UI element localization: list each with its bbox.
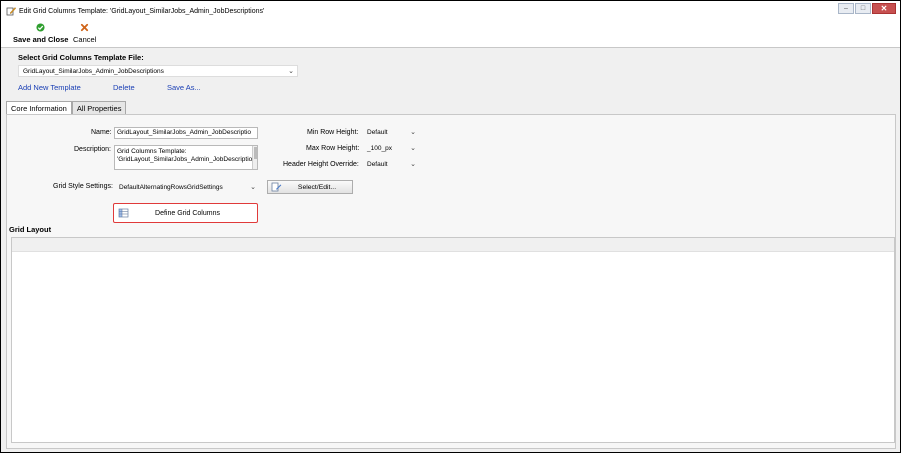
select-edit-label: Select/Edit... bbox=[297, 183, 337, 191]
chevron-down-icon: ⌄ bbox=[410, 161, 416, 168]
edit-pencil-icon bbox=[6, 7, 16, 16]
min-row-height-dropdown[interactable]: Default ⌄ bbox=[362, 126, 420, 138]
save-and-close-button[interactable]: Save and Close bbox=[13, 23, 68, 44]
title-bar: Edit Grid Columns Template: 'GridLayout_… bbox=[1, 1, 900, 21]
description-label: Description: bbox=[74, 146, 111, 153]
chevron-down-icon: ⌄ bbox=[410, 145, 416, 152]
tab-all-properties[interactable]: All Properties bbox=[71, 101, 127, 114]
delete-link[interactable]: Delete bbox=[113, 83, 135, 92]
edit-document-icon bbox=[271, 182, 282, 192]
description-text: Grid Columns Template: 'GridLayout_Simil… bbox=[117, 148, 258, 163]
define-grid-columns-button[interactable]: Define Grid Columns bbox=[113, 203, 258, 223]
cancel-button[interactable]: Cancel bbox=[73, 23, 96, 44]
description-textarea[interactable]: Grid Columns Template: 'GridLayout_Simil… bbox=[114, 145, 258, 170]
chevron-down-icon: ⌄ bbox=[410, 129, 416, 136]
header-height-override-value: Default bbox=[367, 160, 388, 168]
core-information-panel: Name: GridLayout_SimilarJobs_Admin_JobDe… bbox=[6, 114, 896, 449]
header-height-override-dropdown[interactable]: Default ⌄ bbox=[362, 158, 420, 170]
min-row-height-label: Min Row Height: bbox=[307, 129, 359, 136]
grid-style-dropdown[interactable]: DefaultAlternatingRowsGridSettings ⌄ bbox=[114, 181, 260, 194]
save-as-link[interactable]: Save As... bbox=[167, 83, 201, 92]
template-file-dropdown[interactable]: GridLayout_SimilarJobs_Admin_JobDescript… bbox=[18, 65, 298, 77]
check-circle-icon bbox=[36, 23, 45, 32]
max-row-height-dropdown[interactable]: _100_px ⌄ bbox=[362, 142, 420, 154]
header-height-override-label: Header Height Override: bbox=[283, 161, 359, 168]
grid-layout-preview bbox=[11, 237, 895, 443]
grid-layout-header-row bbox=[12, 238, 894, 252]
template-file-panel: Select Grid Columns Template File: GridL… bbox=[1, 49, 900, 99]
min-row-height-value: Default bbox=[367, 128, 388, 136]
select-edit-button[interactable]: Select/Edit... bbox=[267, 180, 353, 194]
toolbar: Save and Close Cancel bbox=[1, 21, 900, 48]
tab-strip: Core Information All Properties bbox=[6, 101, 127, 115]
chevron-down-icon: ⌄ bbox=[288, 68, 294, 75]
close-window-button[interactable]: ✕ bbox=[872, 3, 896, 14]
window-title: Edit Grid Columns Template: 'GridLayout_… bbox=[19, 7, 265, 15]
grid-style-label: Grid Style Settings: bbox=[53, 183, 113, 190]
max-row-height-label: Max Row Height: bbox=[306, 145, 360, 152]
grid-columns-icon bbox=[118, 208, 129, 218]
description-scrollbar[interactable] bbox=[252, 146, 257, 169]
window-controls: ‒ □ ✕ bbox=[838, 3, 896, 14]
name-input[interactable]: GridLayout_SimilarJobs_Admin_JobDescript… bbox=[114, 127, 258, 139]
grid-layout-heading: Grid Layout bbox=[9, 225, 52, 234]
grid-style-value: DefaultAlternatingRowsGridSettings bbox=[119, 184, 223, 191]
template-file-label: Select Grid Columns Template File: bbox=[18, 53, 144, 62]
name-label: Name: bbox=[91, 129, 112, 136]
template-file-value: GridLayout_SimilarJobs_Admin_JobDescript… bbox=[23, 67, 164, 75]
restore-button[interactable]: □ bbox=[855, 3, 871, 14]
tab-core-information[interactable]: Core Information bbox=[6, 101, 72, 115]
max-row-height-value: _100_px bbox=[367, 144, 392, 152]
cancel-x-icon bbox=[81, 23, 89, 32]
cancel-label: Cancel bbox=[73, 35, 97, 44]
dialog-window: Edit Grid Columns Template: 'GridLayout_… bbox=[0, 0, 901, 453]
chevron-down-icon: ⌄ bbox=[250, 184, 256, 191]
minimize-button[interactable]: ‒ bbox=[838, 3, 854, 14]
add-new-template-link[interactable]: Add New Template bbox=[18, 83, 81, 92]
define-grid-columns-label: Define Grid Columns bbox=[155, 209, 220, 217]
save-and-close-label: Save and Close bbox=[13, 35, 69, 44]
